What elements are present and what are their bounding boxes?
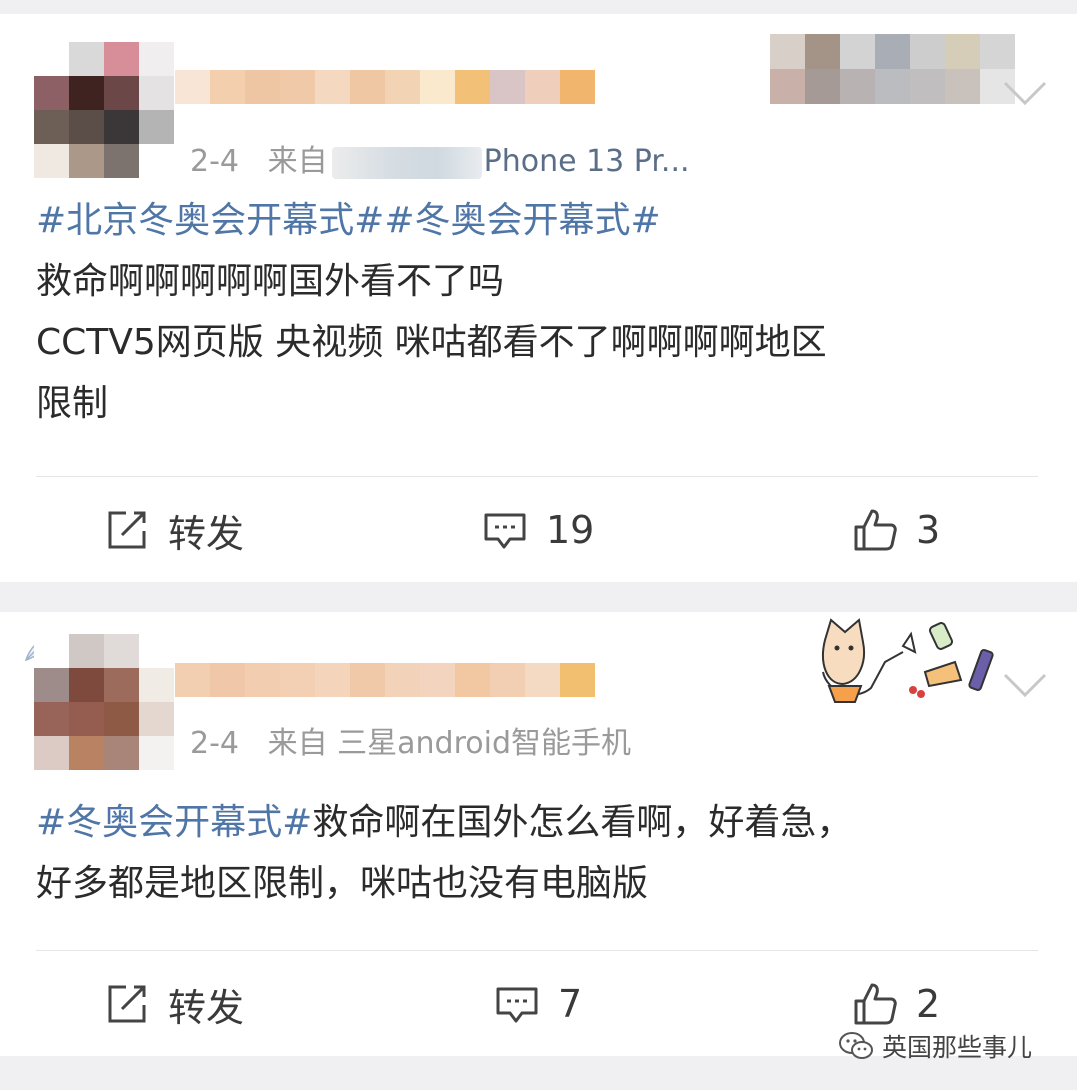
post-text-line: CCTV5网页版 央视频 咪咕都看不了啊啊啊啊地区 [36, 322, 827, 363]
repost-label: 转发 [168, 985, 245, 1030]
avatar-blurred[interactable] [34, 42, 174, 178]
watermark-text: 英国那些事儿 [882, 1033, 1033, 1062]
comment-icon [484, 513, 526, 549]
repost-label: 转发 [168, 511, 245, 556]
repost-icon [108, 985, 146, 1023]
comment-button[interactable]: 7 [494, 964, 582, 1044]
chevron-down-icon[interactable] [1002, 78, 1048, 108]
comment-count: 7 [558, 982, 583, 1026]
like-button[interactable]: 3 [852, 490, 940, 570]
post-content: #冬奥会开幕式#救命啊在国外怎么看啊，好着急， 好多都是地区限制，咪咕也没有电脑… [36, 792, 1046, 914]
source-label: 来自 [267, 144, 328, 179]
like-icon [854, 983, 897, 1025]
repost-button[interactable]: 转发 [104, 490, 244, 570]
blurred-source [331, 146, 482, 179]
post-content: #北京冬奥会开幕式##冬奥会开幕式# 救命啊啊啊啊啊国外看不了吗 CCTV5网页… [36, 190, 1046, 434]
source-label: 来自 [267, 726, 328, 761]
username-blurred[interactable] [175, 663, 595, 697]
cartoon-sticker [822, 618, 994, 703]
avatar-blurred[interactable] [34, 634, 174, 770]
post-text-line: 限制 [36, 383, 109, 424]
post-actions: 转发 19 3 [0, 490, 1077, 570]
topic-tag[interactable]: #冬奥会开幕式# [384, 200, 660, 241]
weibo-post: 2-4 来自 Phone 13 Pr... #北京冬奥会开幕式##冬奥会开幕式# … [0, 14, 1077, 582]
comment-count: 19 [546, 508, 595, 552]
divider [36, 950, 1038, 951]
post-meta: 2-4 来自 三星android智能手机 [190, 718, 631, 762]
repost-icon [108, 511, 146, 549]
wechat-watermark: 英国那些事儿 [838, 1028, 1032, 1064]
like-count: 2 [916, 982, 941, 1026]
source-device[interactable]: Phone 13 Pr... [484, 144, 690, 179]
wechat-icon [839, 1032, 873, 1059]
chevron-down-icon[interactable] [1002, 670, 1048, 700]
post-date: 2-4 [190, 144, 239, 179]
topic-tag[interactable]: #北京冬奥会开幕式# [36, 200, 384, 241]
topic-tag[interactable]: #冬奥会开幕式# [36, 802, 312, 843]
post-date: 2-4 [190, 726, 239, 761]
post-text-line: 救命啊在国外怎么看啊，好着急， [312, 802, 853, 843]
source-device[interactable]: 三星android智能手机 [337, 726, 631, 761]
blurred-badge [770, 34, 1015, 104]
like-icon [854, 509, 897, 551]
username-blurred[interactable] [175, 70, 595, 104]
divider [36, 476, 1038, 477]
repost-button[interactable]: 转发 [104, 964, 244, 1044]
post-text-line: 好多都是地区限制，咪咕也没有电脑版 [36, 863, 649, 904]
comment-button[interactable]: 19 [482, 490, 594, 570]
comment-icon [496, 987, 538, 1023]
post-text-line: 救命啊啊啊啊啊国外看不了吗 [36, 261, 505, 302]
like-count: 3 [916, 508, 941, 552]
post-meta: 2-4 来自 Phone 13 Pr... [190, 136, 690, 180]
weibo-post: 2-4 来自 三星android智能手机 #冬奥会开幕式#救命啊在国外怎么看啊，… [0, 612, 1077, 1056]
